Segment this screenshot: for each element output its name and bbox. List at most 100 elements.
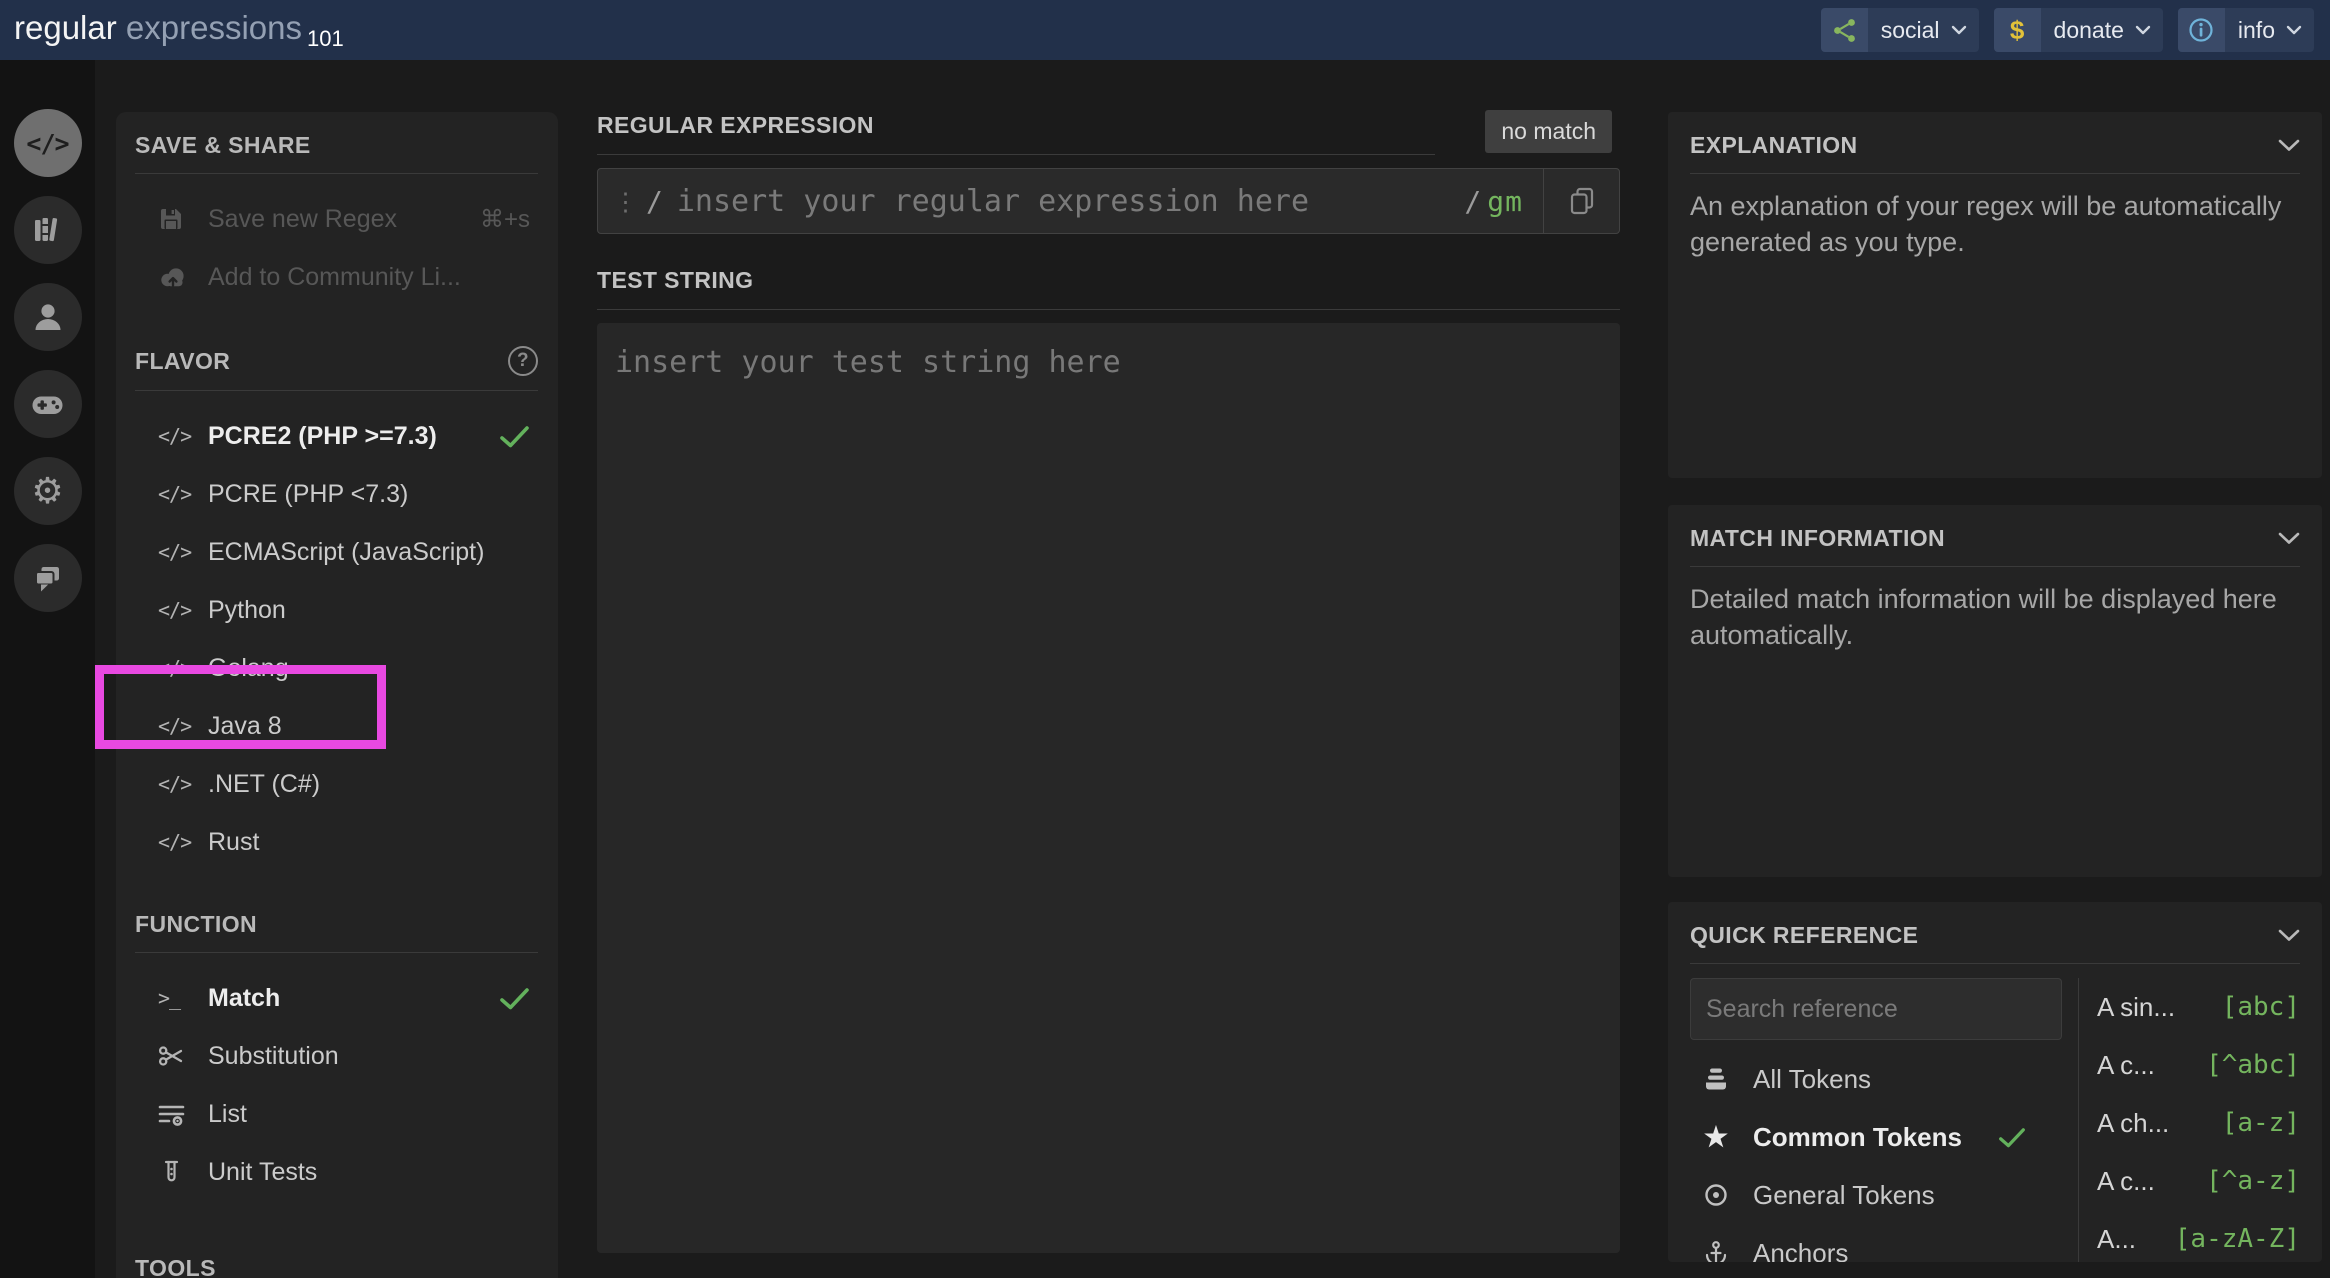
gear-icon: ⚙	[31, 473, 63, 509]
terminal-icon: >_	[158, 986, 190, 1010]
regex-input[interactable]: ⋮ / insert your regular expression here …	[597, 168, 1620, 234]
token-row-single-char[interactable]: A sin... [abc]	[2097, 978, 2300, 1036]
flavor-item-ecmascript[interactable]: </> ECMAScript (JavaScript)	[158, 523, 530, 581]
save-icon	[158, 206, 190, 232]
function-item-unit-tests[interactable]: Unit Tests	[158, 1143, 530, 1201]
flavor-item-pcre2[interactable]: </> PCRE2 (PHP >=7.3)	[158, 407, 530, 465]
explanation-body: An explanation of your regex will be aut…	[1690, 188, 2290, 260]
token-label: A ch...	[2097, 1108, 2169, 1139]
tools-header: TOOLS	[135, 1255, 538, 1278]
open-delimiter: /	[646, 185, 663, 218]
star-icon: ★	[1701, 1124, 1731, 1151]
regex101-app: { "header": { "logo": { "part1": "regula…	[0, 0, 2330, 1278]
match-information-body: Detailed match information will be displ…	[1690, 581, 2290, 653]
flavor-label: Python	[208, 596, 286, 625]
rail-feedback-button[interactable]	[14, 544, 82, 612]
flavor-label: Rust	[208, 828, 259, 857]
token-code: [a-z]	[2222, 1108, 2300, 1138]
flavor-item-dotnet[interactable]: </> .NET (C#)	[158, 755, 530, 813]
code-icon: </>	[158, 772, 190, 796]
rail-regex-editor-button[interactable]: </>	[14, 109, 82, 177]
chevron-down-icon	[1951, 25, 1967, 35]
token-row-char-except[interactable]: A c... [^abc]	[2097, 1036, 2300, 1094]
quick-reference-header[interactable]: QUICK REFERENCE	[1690, 922, 2300, 964]
function-item-list[interactable]: List	[158, 1085, 530, 1143]
chevron-down-icon[interactable]	[2278, 532, 2300, 545]
check-icon	[499, 987, 530, 1010]
rail-games-button[interactable]	[14, 370, 82, 438]
match-information-card: MATCH INFORMATION Detailed match informa…	[1668, 505, 2322, 877]
chevron-down-icon[interactable]	[2278, 139, 2300, 152]
info-circle-icon	[2178, 8, 2225, 52]
token-code: [a-zA-Z]	[2175, 1224, 2300, 1254]
cloud-upload-icon	[158, 264, 190, 290]
check-icon	[499, 425, 530, 448]
category-general-tokens[interactable]: General Tokens	[1701, 1166, 2062, 1224]
save-shortcut: ⌘+s	[480, 205, 530, 234]
check-icon	[1998, 1127, 2026, 1148]
rail-settings-button[interactable]: ⚙	[14, 457, 82, 525]
regex-section-header: REGULAR EXPRESSION no match	[597, 112, 1620, 155]
social-button[interactable]: social	[1821, 8, 1979, 52]
category-label: All Tokens	[1753, 1064, 1871, 1095]
flavor-label: ECMAScript (JavaScript)	[208, 538, 484, 567]
flavor-header: FLAVOR ?	[135, 346, 538, 391]
header-buttons: social $ donate info	[1821, 8, 2314, 52]
search-reference-input[interactable]	[1690, 978, 2062, 1040]
flavor-item-rust[interactable]: </> Rust	[158, 813, 530, 871]
flavor-label: PCRE (PHP <7.3)	[208, 480, 408, 509]
category-anchors[interactable]: Anchors	[1701, 1224, 2062, 1262]
explanation-title: EXPLANATION	[1690, 132, 1858, 159]
top-bar: regular expressions101 social $ donate i…	[0, 0, 2330, 60]
category-all-tokens[interactable]: All Tokens	[1701, 1050, 2062, 1108]
test-string-input[interactable]: insert your test string here	[597, 323, 1620, 1253]
logo-regular: regular	[14, 9, 117, 46]
donate-button[interactable]: $ donate	[1994, 8, 2163, 52]
copy-button[interactable]	[1543, 169, 1619, 233]
rail-library-button[interactable]	[14, 196, 82, 264]
regex-flags[interactable]: gm	[1487, 185, 1523, 218]
regex-section-title: REGULAR EXPRESSION	[597, 112, 1435, 155]
quick-reference-body: All Tokens ★ Common Tokens General Token…	[1690, 978, 2300, 1262]
explanation-header[interactable]: EXPLANATION	[1690, 132, 2300, 174]
flavor-item-python[interactable]: </> Python	[158, 581, 530, 639]
save-share-header: SAVE & SHARE	[135, 132, 538, 174]
category-common-tokens[interactable]: ★ Common Tokens	[1701, 1108, 2062, 1166]
chat-icon	[30, 561, 65, 596]
match-information-title: MATCH INFORMATION	[1690, 525, 1945, 552]
user-icon	[31, 300, 65, 334]
logo-101: 101	[307, 26, 344, 51]
flavor-label: Golang	[208, 654, 289, 683]
regex-placeholder[interactable]: insert your regular expression here	[677, 184, 1465, 219]
list-icon	[158, 1101, 190, 1127]
chevron-down-icon[interactable]	[2278, 929, 2300, 942]
flavor-item-java8[interactable]: </> Java 8	[158, 697, 530, 755]
flavor-item-golang[interactable]: </> Golang	[158, 639, 530, 697]
app-logo[interactable]: regular expressions101	[14, 9, 344, 52]
info-button[interactable]: info	[2178, 8, 2314, 52]
function-item-match[interactable]: >_ Match	[158, 969, 530, 1027]
rail-account-button[interactable]	[14, 283, 82, 351]
category-label: Anchors	[1753, 1238, 1848, 1263]
match-information-header[interactable]: MATCH INFORMATION	[1690, 525, 2300, 567]
code-icon: </>	[158, 714, 190, 738]
add-to-community-item[interactable]: Add to Community Li...	[158, 248, 530, 306]
chevron-down-icon	[2286, 25, 2302, 35]
token-row-char-ranges[interactable]: A... [a-zA-Z]	[2097, 1210, 2300, 1262]
save-new-regex-item[interactable]: Save new Regex ⌘+s	[158, 190, 530, 248]
add-to-community-label: Add to Community Li...	[208, 263, 461, 292]
kebab-icon[interactable]: ⋮	[613, 187, 638, 216]
flavor-item-pcre[interactable]: </> PCRE (PHP <7.3)	[158, 465, 530, 523]
token-row-char-range[interactable]: A ch... [a-z]	[2097, 1094, 2300, 1152]
token-label: A c...	[2097, 1050, 2155, 1081]
chevron-down-icon	[2135, 25, 2151, 35]
token-row-char-not-range[interactable]: A c... [^a-z]	[2097, 1152, 2300, 1210]
close-delimiter: /	[1464, 185, 1481, 218]
token-label: A c...	[2097, 1166, 2155, 1197]
function-items: >_ Match Substitution List Unit Tests	[135, 953, 538, 1221]
save-share-items: Save new Regex ⌘+s Add to Community Li..…	[135, 174, 538, 326]
library-icon	[30, 213, 66, 247]
question-circle-icon[interactable]: ?	[508, 346, 538, 376]
code-icon: </>	[158, 598, 190, 622]
function-item-substitution[interactable]: Substitution	[158, 1027, 530, 1085]
